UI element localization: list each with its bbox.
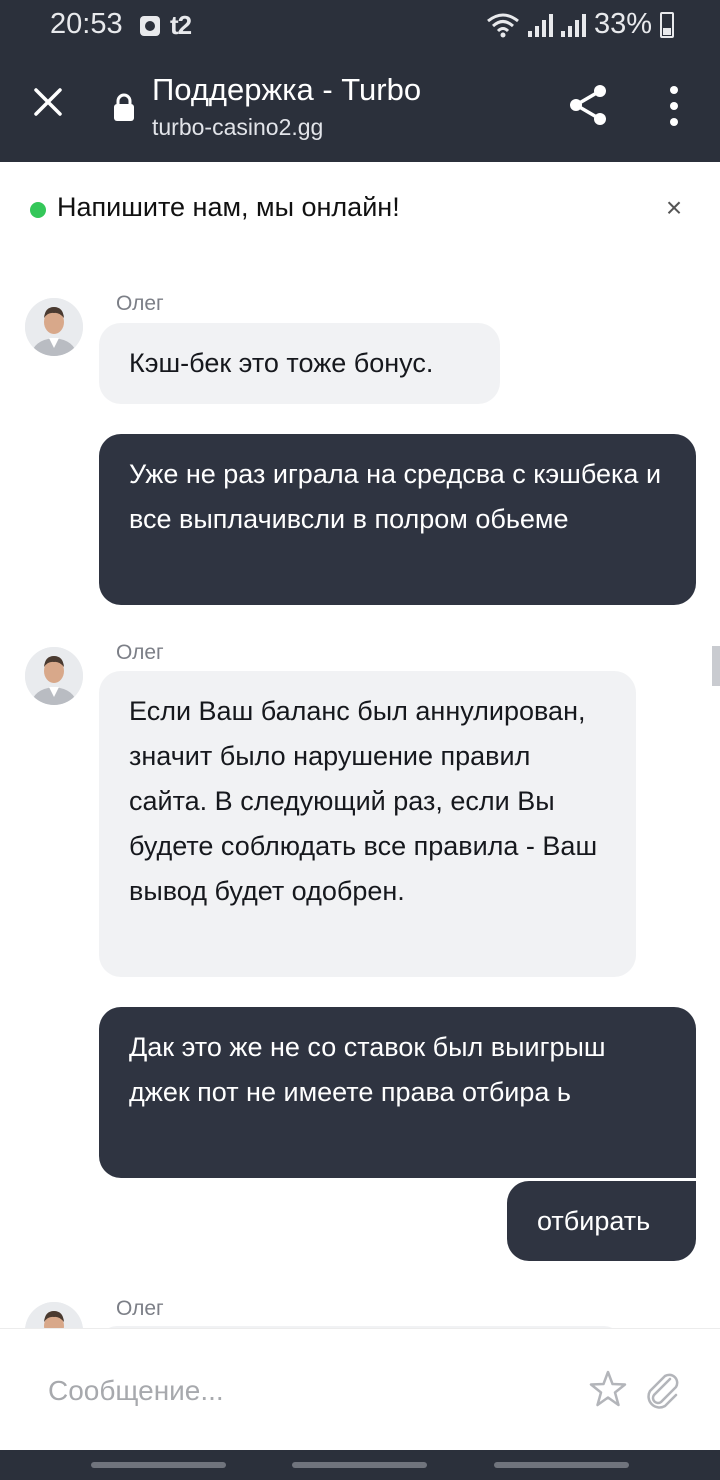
status-bar: 20:53 t2 33% [0,0,720,50]
nav-home-button[interactable] [292,1462,427,1468]
sender-name: Олег [116,641,164,664]
more-vert-icon[interactable] [662,84,686,128]
agent-avatar [25,647,83,705]
chat-banner: Напишите нам, мы онлайн! × [0,162,720,258]
lock-icon [114,93,134,121]
nav-recents-button[interactable] [91,1462,226,1468]
incoming-message: Кэш-бек это тоже бонус. [99,323,500,404]
outgoing-message: Дак это же не со ставок был выигрыш джек… [99,1007,696,1178]
signal-icon [560,13,586,37]
carrier-label: t2 [170,10,192,40]
sender-name: Олег [116,292,164,315]
page-title: Поддержка - Turbo [152,72,422,107]
online-status-dot [30,202,46,218]
message-composer [0,1328,720,1451]
star-icon[interactable] [588,1369,628,1409]
wifi-icon [487,13,519,37]
incoming-message: Если Ваш баланс был аннулирован, значит … [99,671,636,977]
share-icon[interactable] [566,82,610,128]
paperclip-icon[interactable] [640,1367,684,1411]
outgoing-message: Уже не раз играла на средсва с кэшбека и… [99,434,696,605]
page-url[interactable]: turbo-casino2.gg [152,114,323,141]
outgoing-message: отбирать [507,1181,696,1261]
browser-toolbar: Поддержка - Turbo turbo-casino2.gg [0,50,720,162]
scrollbar-thumb[interactable] [712,646,720,686]
signal-icon [527,13,553,37]
status-time: 20:53 [50,8,123,40]
agent-avatar [25,298,83,356]
system-nav-bar [0,1450,720,1480]
sender-name: Олег [116,1297,164,1320]
battery-percent: 33% [593,8,652,40]
alarm-icon [140,15,160,36]
battery-icon [660,11,674,38]
close-banner-button[interactable]: × [660,194,688,222]
close-icon[interactable] [26,80,70,124]
banner-text: Напишите нам, мы онлайн! [57,192,400,222]
nav-back-button[interactable] [494,1462,629,1468]
message-input[interactable] [46,1367,570,1415]
